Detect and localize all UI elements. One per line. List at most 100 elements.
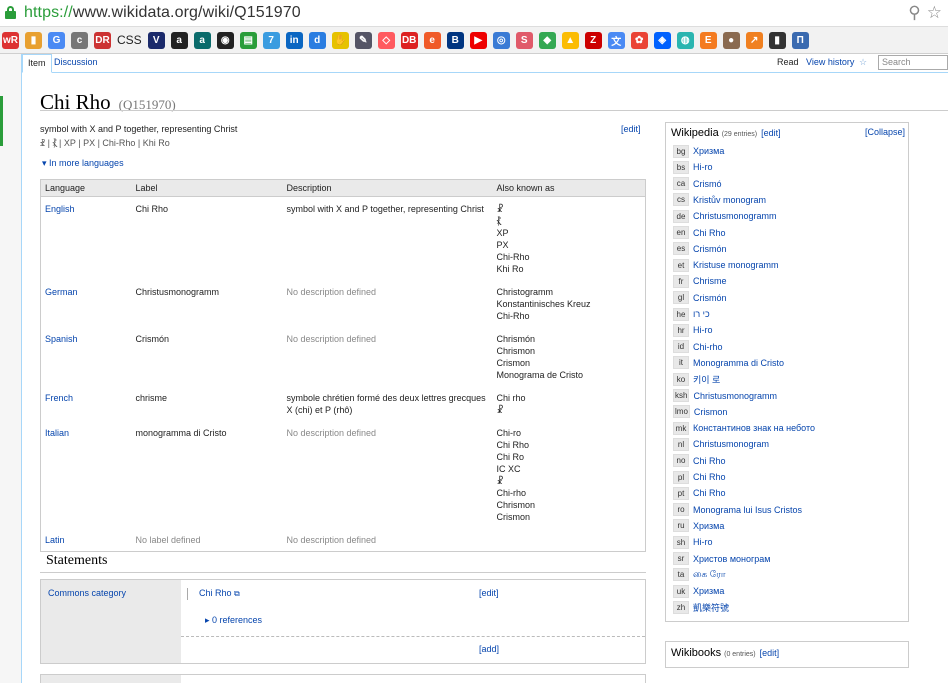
bookmark-css-icon[interactable]: CSS [117,32,142,49]
language-cell[interactable]: French [41,386,132,421]
wikipedia-edit-link[interactable]: [edit] [761,128,781,138]
bookmark-github-icon[interactable]: ◉ [216,31,234,49]
bookmark-s-icon[interactable]: S [515,31,533,49]
bookmark-hand-icon[interactable]: ✋ [331,31,349,49]
sitelink-title[interactable]: Monograma lui Isus Cristos [693,505,802,515]
language-table: Language Label Description Also known as… [40,179,646,552]
language-cell[interactable]: Italian [41,421,132,528]
bookmark-photos-icon[interactable]: ✿ [630,31,648,49]
sitelink-ro: ro Monograma lui Isus Cristos [673,503,802,517]
tab-discussion[interactable]: Discussion [49,54,103,73]
bookmark-target-icon[interactable]: ◎ [492,31,510,49]
bookmark-linkedin-icon[interactable]: in [285,31,303,49]
sitelink-title[interactable]: Crismó [693,179,722,189]
sitelink-title[interactable]: Chi Rho [693,472,726,482]
sitelink-title[interactable]: Kristuse monogramm [693,260,779,270]
language-cell[interactable]: Spanish [41,327,132,386]
sitelink-title[interactable]: Chi Rho [693,456,726,466]
statement-value[interactable]: Chi Rho ⧉ [199,588,240,599]
sitelink-code: mk [673,421,689,435]
language-cell[interactable]: English [41,197,132,281]
bookmark-airbnb-icon[interactable]: ◇ [377,31,395,49]
sitelink-title[interactable]: 凱樂符號 [693,601,729,614]
bookmark-maps-icon[interactable]: ◆ [538,31,556,49]
bookmark-pi-icon[interactable]: П [791,31,809,49]
bookmark-avatar-icon[interactable]: ● [722,31,740,49]
bookmark-feather-icon[interactable]: ✎ [354,31,372,49]
bookmark-trend-icon[interactable]: ↗ [745,31,763,49]
bookmark-trello-icon[interactable]: ▤ [239,31,257,49]
bookmark-amazon-icon[interactable]: a [170,31,188,49]
language-cell[interactable]: Latin [41,528,132,552]
sitelink-sh: sh Hi-ro [673,535,713,549]
sitelink-title[interactable]: Christusmonogramm [693,211,777,221]
bookmark-z-icon[interactable]: Z [584,31,602,49]
bookmark-dropbox-icon[interactable]: ◈ [653,31,671,49]
sitelink-title[interactable]: Chi Rho [693,488,726,498]
bookmark-d-icon[interactable]: d [308,31,326,49]
sitelink-title[interactable]: Crismón [693,293,727,303]
bookmark-chart-icon[interactable]: ▮ [25,31,42,49]
sitelink-title[interactable]: Kristův monogram [693,195,766,205]
bookmark-e2-icon[interactable]: E [699,31,717,49]
bookmark-print-icon[interactable]: ▮ [768,31,786,49]
star-bookmark-icon[interactable]: ☆ [927,3,942,23]
bookmark-db-icon[interactable]: DB [400,31,418,49]
search-input[interactable]: Search [878,55,948,70]
sitelink-code: fr [673,274,689,288]
description-cell: No description defined [286,535,377,545]
more-languages-toggle[interactable]: ▾ In more languages [42,158,124,169]
watch-star-icon[interactable]: ☆ [854,54,872,73]
add-statement-value-link[interactable]: [add] [479,644,499,654]
sitelink-title[interactable]: Hi-ro [693,537,713,547]
bookmark-gtranslate-icon[interactable]: 文 [607,31,625,49]
sitelink-code: lmo [673,405,690,419]
sitelink-title[interactable]: Константинов знак на небото [693,423,815,433]
edit-description-link[interactable]: [edit] [621,124,641,134]
bookmark-spiral-icon[interactable]: ◍ [676,31,694,49]
sitelink-title[interactable]: Hi-ro [693,325,713,335]
bookmark-drive-icon[interactable]: ▲ [561,31,579,49]
sitelink-title[interactable]: Christusmonogram [693,439,769,449]
sitelink-title[interactable]: כי רו [693,309,710,319]
address-bar[interactable]: https://www.wikidata.org/wiki/Q151970 ⚲ … [0,0,948,27]
sitelink-title[interactable]: Chrisme [693,276,727,286]
statement-edit-link[interactable]: [edit] [479,588,499,598]
bookmark-v-icon[interactable]: V [147,31,165,49]
bookmark-dr-icon[interactable]: DR [94,31,111,49]
wikipedia-collapse-link[interactable]: [Collapse] [865,127,905,137]
bookmark-t7-icon[interactable]: 7 [262,31,280,49]
sitelink-title[interactable]: Хризма [693,521,724,531]
bookmark-booking-icon[interactable]: B [446,31,464,49]
sitelink-title[interactable]: Crismón [693,244,727,254]
tab-view-history[interactable]: View history [801,54,859,73]
language-cell[interactable]: German [41,280,132,327]
sitelink-title[interactable]: Хризма [693,586,724,596]
url-text[interactable]: https://www.wikidata.org/wiki/Q151970 [24,4,301,22]
bookmark-translate-icon[interactable]: G [48,31,65,49]
bookmark-a2-icon[interactable]: a [193,31,211,49]
sitelink-title[interactable]: Христов монограм [693,554,771,564]
sitelink-title[interactable]: 키이 로 [693,373,720,386]
sitelink-title[interactable]: Monogramma di Cristo [693,358,784,368]
bookmark-e-icon[interactable]: e [423,31,441,49]
sitelink-title[interactable]: கை ரோ [693,569,726,581]
zoom-icon[interactable]: ⚲ [908,3,920,23]
property-commons-category[interactable]: Commons category [41,580,181,663]
bookmark-youtube-icon[interactable]: ▶ [469,31,487,49]
tab-item[interactable]: Item [22,54,52,73]
rank-indicator-icon[interactable] [187,588,191,600]
sitelink-es: es Crismón [673,242,727,256]
sitelink-title[interactable]: Hi-ro [693,162,713,172]
sitelink-bg: bg Хризма [673,144,724,158]
bookmark-WR-icon[interactable]: wR [2,31,19,49]
sitelink-title[interactable]: Crismon [694,407,728,417]
sitelink-title[interactable]: Christusmonogramm [693,391,777,401]
sitelink-title[interactable]: Chi Rho [693,228,726,238]
references-toggle[interactable]: ▸ 0 references [205,615,262,626]
sitelink-title[interactable]: Chi-rho [693,342,723,352]
tab-read[interactable]: Read [772,54,804,73]
bookmark-c-icon[interactable]: c [71,31,88,49]
sitelink-title[interactable]: Хризма [693,146,724,156]
wikibooks-edit-link[interactable]: [edit] [760,648,780,658]
